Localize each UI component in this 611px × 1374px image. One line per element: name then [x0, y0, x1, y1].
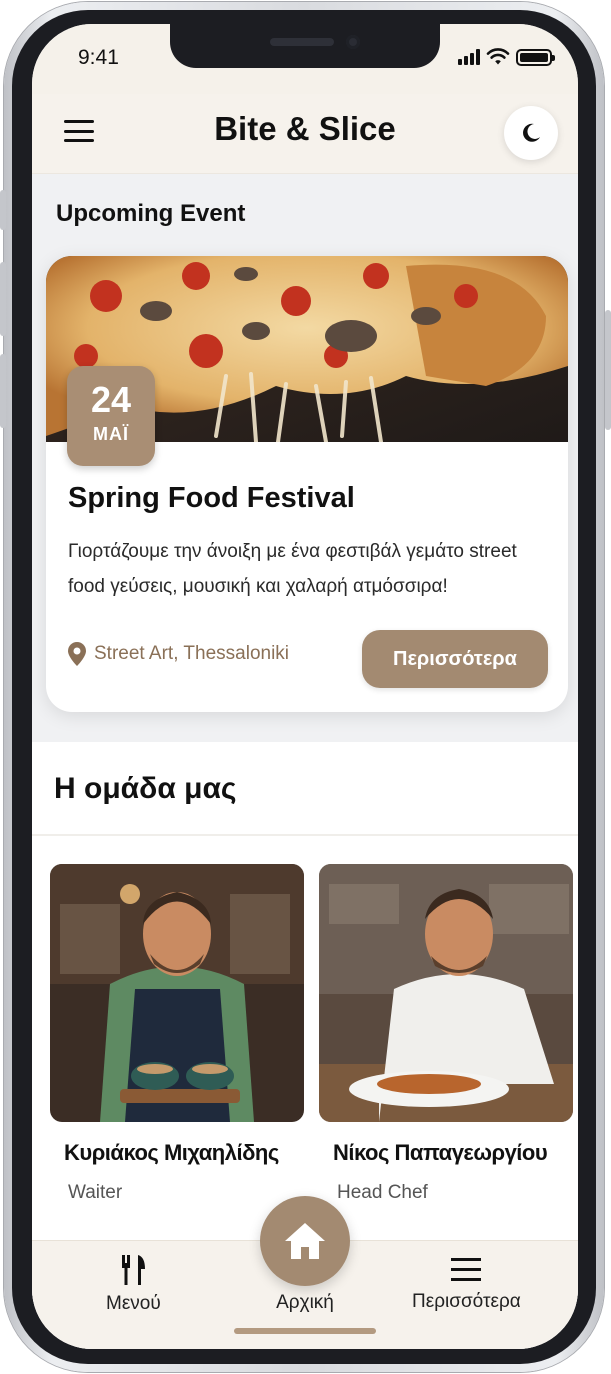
- team-card-waiter[interactable]: Κυριάκος Μιχαηλίδης Waiter: [50, 864, 304, 1203]
- team-card-head-chef[interactable]: Νίκος Παπαγεωργίου Head Chef: [319, 864, 573, 1203]
- team-member-role: Waiter: [68, 1182, 123, 1203]
- divider: [32, 834, 578, 836]
- event-month: ΜΑΪ: [93, 424, 129, 444]
- location-pin-icon: [68, 642, 86, 666]
- event-card: 24 ΜΑΪ Spring Food Festival Γιορτάζουμε …: [46, 256, 568, 712]
- home-icon: [285, 1223, 325, 1259]
- event-title: Spring Food Festival: [68, 482, 355, 514]
- team-member-name: Κυριάκος Μιχαηλίδης: [64, 1140, 279, 1165]
- theme-toggle-button[interactable]: [504, 106, 558, 160]
- event-day: 24: [90, 379, 132, 420]
- upcoming-event-heading: Upcoming Event: [56, 200, 246, 227]
- volume-down-button: [0, 354, 6, 428]
- app-header: Bite & Slice: [32, 94, 578, 174]
- mute-switch: [0, 190, 6, 230]
- event-description: Γιορτάζουμε την άνοιξη με ένα φεστιβάλ γ…: [68, 541, 517, 597]
- screen: 9:41 Bite & Slice Upcoming Event 24 ΜΑΪ …: [32, 24, 578, 1349]
- notch: [170, 24, 440, 68]
- wifi-icon: [486, 48, 510, 65]
- event-location: Street Art, Thessaloniki: [68, 642, 289, 666]
- list-icon: [451, 1258, 482, 1281]
- power-button: [605, 310, 611, 430]
- status-time: 9:41: [78, 46, 119, 69]
- volume-up-button: [0, 262, 6, 336]
- app-title: Bite & Slice: [214, 110, 396, 147]
- team-heading: Η ομάδα μας: [54, 772, 237, 805]
- event-date-badge: 24 ΜΑΪ: [67, 366, 155, 466]
- signal-icon: [458, 49, 480, 65]
- event-location-text: Street Art, Thessaloniki: [94, 643, 290, 664]
- team-member-name: Νίκος Παπαγεωργίου: [333, 1140, 548, 1165]
- home-indicator: [234, 1328, 376, 1334]
- battery-icon: [516, 48, 555, 66]
- nav-home-label: Αρχική: [276, 1292, 334, 1313]
- team-photo-head-chef: [319, 864, 573, 1122]
- home-button[interactable]: [260, 1196, 350, 1286]
- team-photo-waiter: [50, 864, 304, 1122]
- event-more-button[interactable]: Περισσότερα: [362, 630, 548, 688]
- team-member-role: Head Chef: [337, 1182, 428, 1203]
- moon-icon: [523, 123, 540, 142]
- fork-knife-icon: [122, 1255, 146, 1285]
- status-icons: [458, 48, 555, 66]
